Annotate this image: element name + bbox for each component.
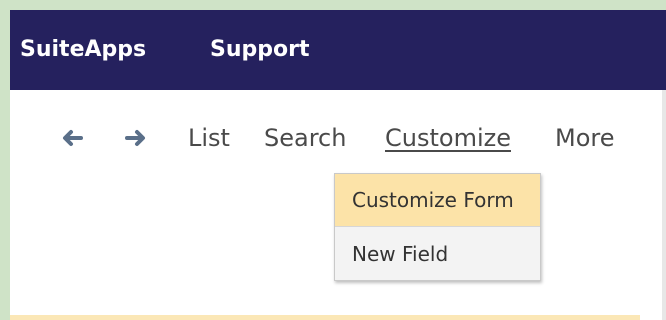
top-navigation-bar: SuiteApps Support <box>10 10 666 90</box>
menu-item-customize-form[interactable]: Customize Form <box>335 174 540 226</box>
app-frame: SuiteApps Support List Search Customize … <box>10 10 666 320</box>
arrow-right-icon[interactable] <box>122 124 150 152</box>
more-link[interactable]: More <box>555 123 615 153</box>
menu-divider <box>335 226 540 227</box>
nav-suiteapps[interactable]: SuiteApps <box>20 36 146 64</box>
notice-banner <box>10 315 640 320</box>
menu-item-new-field[interactable]: New Field <box>335 228 540 280</box>
nav-support[interactable]: Support <box>210 36 309 64</box>
list-link[interactable]: List <box>188 123 230 153</box>
arrow-left-icon[interactable] <box>58 124 86 152</box>
customize-dropdown-menu: Customize Form New Field <box>334 173 541 281</box>
scrollbar-edge[interactable] <box>662 90 666 320</box>
customize-link[interactable]: Customize <box>385 123 511 153</box>
search-link[interactable]: Search <box>264 123 346 153</box>
